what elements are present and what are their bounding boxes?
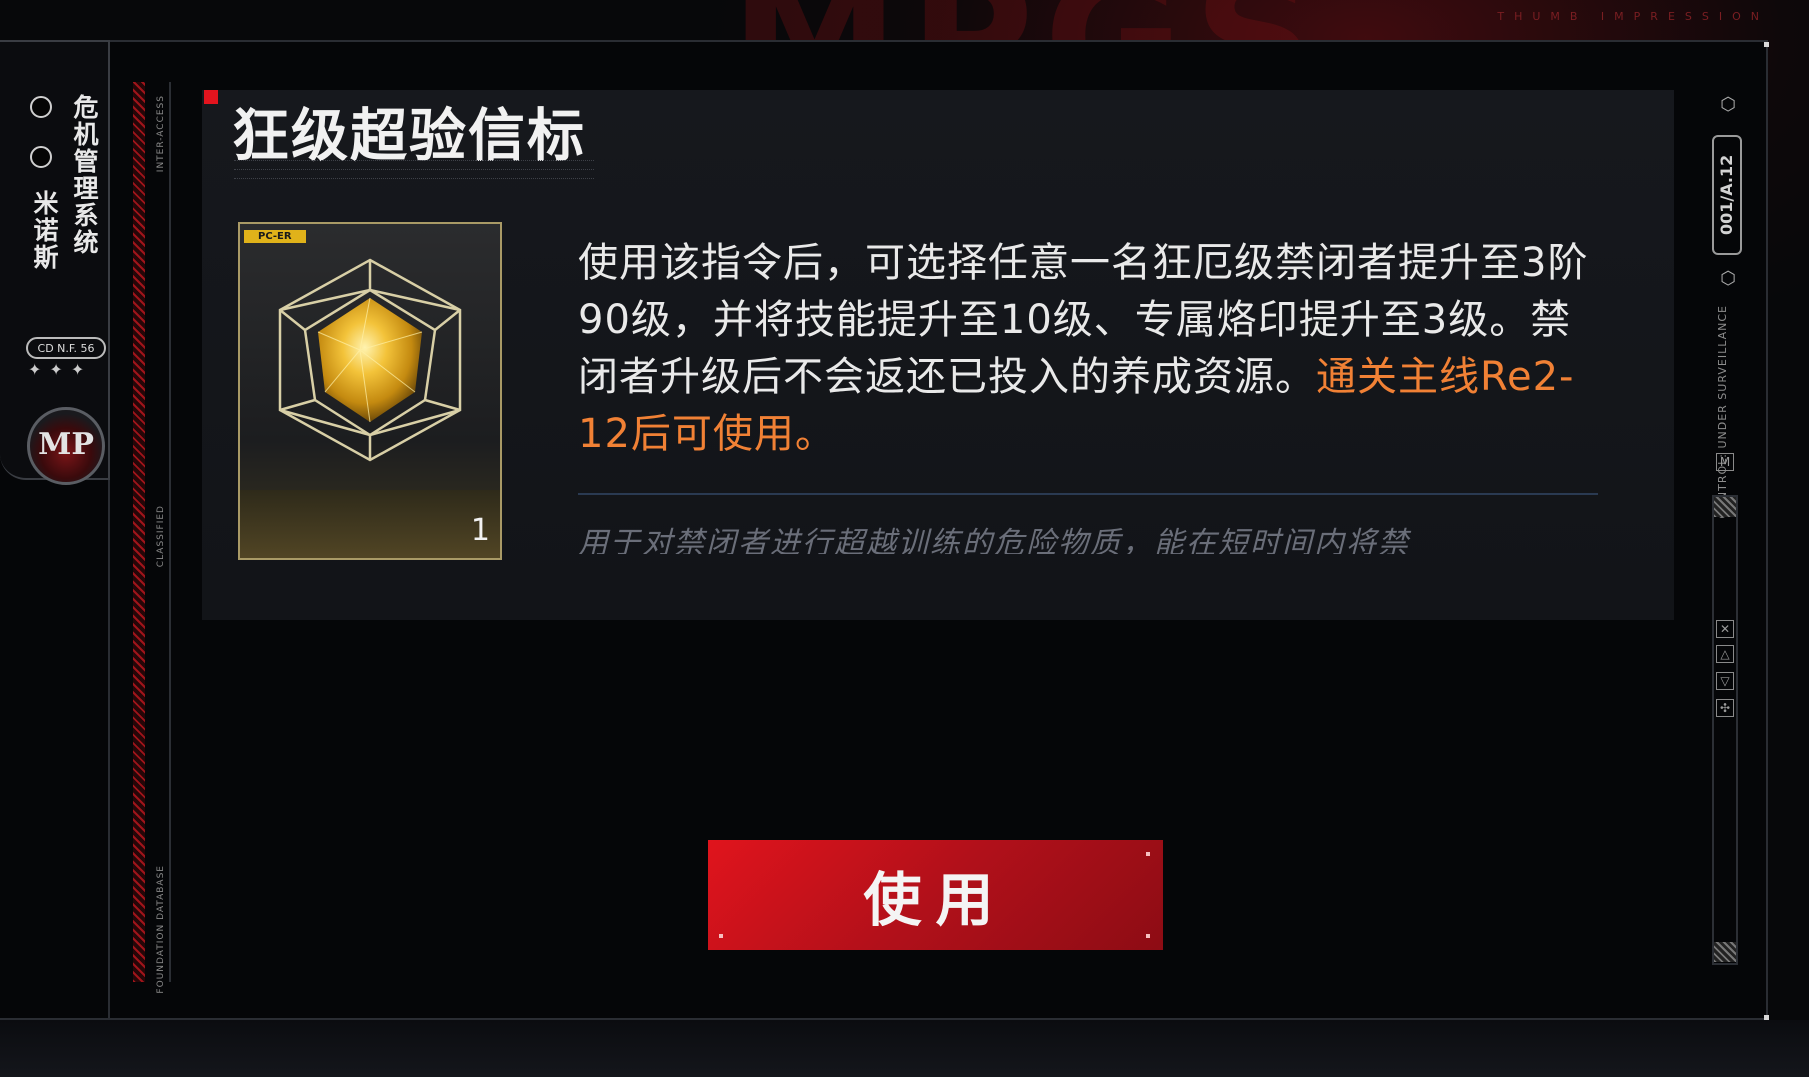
document-code: 001/A.12 — [1712, 135, 1742, 255]
item-thumbnail: PC-ER 1 — [238, 222, 502, 560]
system-code-badge: CD N.F. 56 — [26, 337, 106, 359]
item-description: 使用该指令后，可选择任意一名狂厄级禁闭者提升至3阶90级，并将技能提升至10级、… — [578, 235, 1598, 463]
frame-left-line — [108, 480, 110, 1020]
background-bottom-strip — [0, 1020, 1809, 1077]
tab-dot — [30, 96, 52, 118]
biohazard-icon: ✣ — [1716, 699, 1734, 717]
item-lore-text: 用于对禁闭者进行超越训练的危险物质，能在短时间内将禁 — [578, 526, 1410, 554]
frame-corner-dot — [1764, 42, 1769, 47]
tab-stars-icon: ✦✦✦ — [28, 360, 93, 379]
system-side-tab: 危机管理系统 米诺斯 CD N.F. 56 ✦✦✦ MP — [0, 40, 110, 485]
hatch-decoration-icon — [1714, 497, 1736, 517]
hexagon-icon: ⬡ — [1720, 268, 1736, 289]
m-logo-icon: M — [1716, 453, 1734, 471]
side-label-top: INTER-ACCESS — [156, 95, 166, 173]
item-tag: PC-ER — [244, 230, 306, 243]
button-corner-dot — [1146, 852, 1150, 856]
filter-icon: ▽ — [1716, 672, 1734, 690]
divider-line-vertical — [169, 82, 171, 982]
emblem-icon: MP — [27, 407, 105, 485]
item-count: 1 — [470, 513, 490, 548]
button-corner-dot — [719, 934, 723, 938]
button-corner-dot — [1146, 934, 1150, 938]
top-caption: THUMB IMPRESSION — [1497, 10, 1769, 23]
fine-print-decoration — [234, 160, 594, 183]
right-status-track — [1712, 495, 1738, 965]
use-button[interactable]: 使用 — [708, 840, 1163, 950]
warning-triangle-icon: △ — [1716, 645, 1734, 663]
system-title-line2: 危机管理系统 — [70, 94, 99, 256]
surveillance-label: CONTROL: UNDER SURVEILLANCE — [1716, 305, 1729, 519]
side-label-middle: CLASSIFIED — [156, 505, 166, 568]
item-rarity-band — [240, 490, 500, 558]
tab-dot — [30, 146, 52, 168]
description-divider — [578, 493, 1598, 495]
hatch-decoration-icon — [1714, 942, 1736, 962]
title-marker-icon — [204, 90, 218, 104]
system-title-line1: 米诺斯 — [30, 190, 59, 271]
gold-crystal-icon — [278, 258, 462, 462]
close-x-icon: ✕ — [1716, 620, 1734, 638]
red-hazard-stripe — [133, 82, 145, 982]
hexagon-icon: ⬡ — [1720, 94, 1736, 115]
side-label-bottom: FOUNDATION DATABASE — [156, 865, 166, 994]
frame-corner-dot — [1764, 1015, 1769, 1020]
